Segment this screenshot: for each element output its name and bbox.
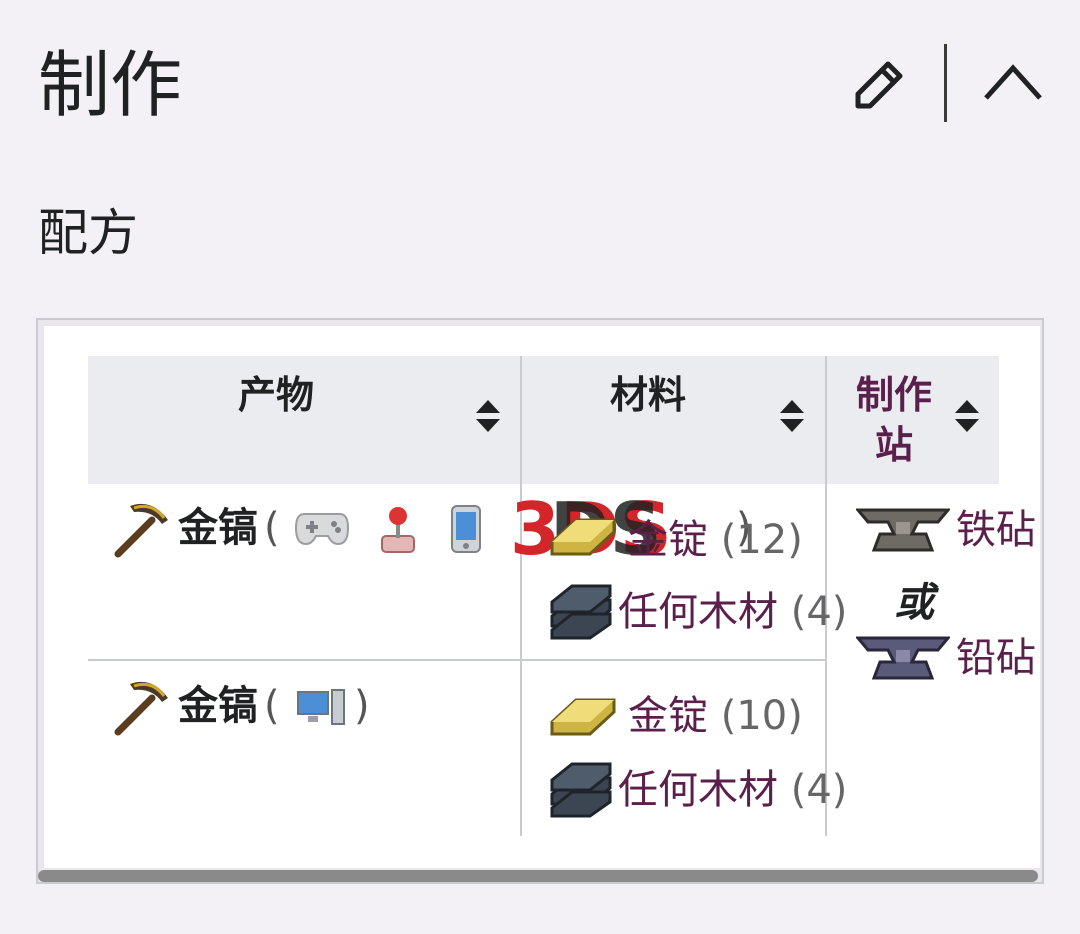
horizontal-scrollbar[interactable] <box>38 870 1038 882</box>
section-title: 制作 <box>38 43 183 127</box>
header-materials[interactable]: 材料 <box>522 356 825 484</box>
ingredient-link[interactable]: 任何木材 <box>618 767 778 813</box>
ingredient-row1-1: 金锭 (12) <box>628 514 803 566</box>
station-link[interactable]: 铁砧 <box>956 507 1036 553</box>
collapse-button[interactable] <box>982 56 1044 106</box>
iron-anvil-icon[interactable] <box>854 506 952 558</box>
header-actions <box>840 44 1050 124</box>
column-divider <box>520 356 522 836</box>
station-link[interactable]: 铅砧 <box>956 635 1036 681</box>
gold-bar-icon[interactable] <box>548 506 618 566</box>
product-name[interactable]: 金镐 <box>178 680 258 732</box>
wood-icon[interactable] <box>548 582 614 644</box>
product-name[interactable]: 金镐 <box>178 502 258 554</box>
ingredient-qty: (12) <box>720 517 803 563</box>
station-second: 铅砧 <box>956 632 1036 684</box>
mobile-icon <box>450 504 482 558</box>
gold-bar-icon[interactable] <box>548 686 618 746</box>
header-materials-label: 材料 <box>610 373 687 417</box>
wood-icon[interactable] <box>548 760 614 822</box>
ingredient-qty: (10) <box>720 693 803 739</box>
station-first: 铁砧 <box>956 504 1036 556</box>
controller-icon <box>294 508 350 552</box>
ingredient-row2-2: 任何木材 (4) <box>618 764 847 816</box>
ingredient-qty: (4) <box>790 767 848 813</box>
edit-button[interactable] <box>850 54 910 114</box>
open-paren: ( <box>264 683 280 729</box>
sort-icon[interactable] <box>476 400 500 432</box>
chevron-up-icon <box>984 64 1042 100</box>
header-products-label: 产物 <box>238 373 315 417</box>
pencil-icon <box>855 61 903 109</box>
close-paren: ) <box>354 683 370 729</box>
ingredient-row1-2: 任何木材 (4) <box>618 586 847 638</box>
header-divider <box>944 44 947 122</box>
ingredient-link[interactable]: 金锭 <box>628 517 708 563</box>
subsection-title: 配方 <box>38 204 138 262</box>
gold-pickaxe-icon[interactable] <box>112 498 174 564</box>
open-paren: ( <box>264 505 280 551</box>
row-divider <box>88 659 825 661</box>
desktop-pc-icon <box>296 688 346 730</box>
joystick-icon <box>378 504 418 558</box>
header-station[interactable]: 制作站 <box>827 356 999 484</box>
header-products[interactable]: 产物 <box>88 356 520 484</box>
or-separator: 或 <box>894 580 934 626</box>
sort-icon[interactable] <box>780 400 804 432</box>
lead-anvil-icon[interactable] <box>854 634 952 686</box>
header-station-label[interactable]: 制作站 <box>849 370 939 470</box>
ingredient-link[interactable]: 任何木材 <box>618 589 778 635</box>
ingredient-row2-1: 金锭 (10) <box>628 690 803 742</box>
gold-pickaxe-icon[interactable] <box>112 676 174 742</box>
ingredient-qty: (4) <box>790 589 848 635</box>
sort-icon[interactable] <box>955 400 979 432</box>
ingredient-link[interactable]: 金锭 <box>628 693 708 739</box>
